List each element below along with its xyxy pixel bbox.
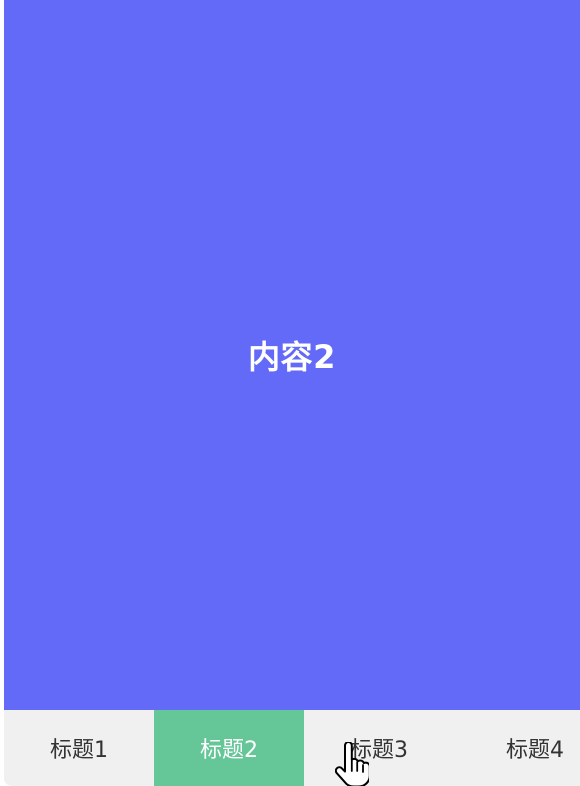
tab-content-text: 内容2 <box>248 338 336 376</box>
tab-title-4[interactable]: 标题4 <box>454 710 580 786</box>
bottom-tab-bar: 标题1 标题2 标题3 标题4 <box>4 710 580 786</box>
tabbed-panel: 内容2 标题1 标题2 标题3 标题4 <box>4 0 580 786</box>
tab-title-2-active[interactable]: 标题2 <box>154 710 304 786</box>
tab-title-1[interactable]: 标题1 <box>4 710 154 786</box>
tab-title-3[interactable]: 标题3 <box>304 710 454 786</box>
tab-content-panel: 内容2 <box>4 0 580 710</box>
